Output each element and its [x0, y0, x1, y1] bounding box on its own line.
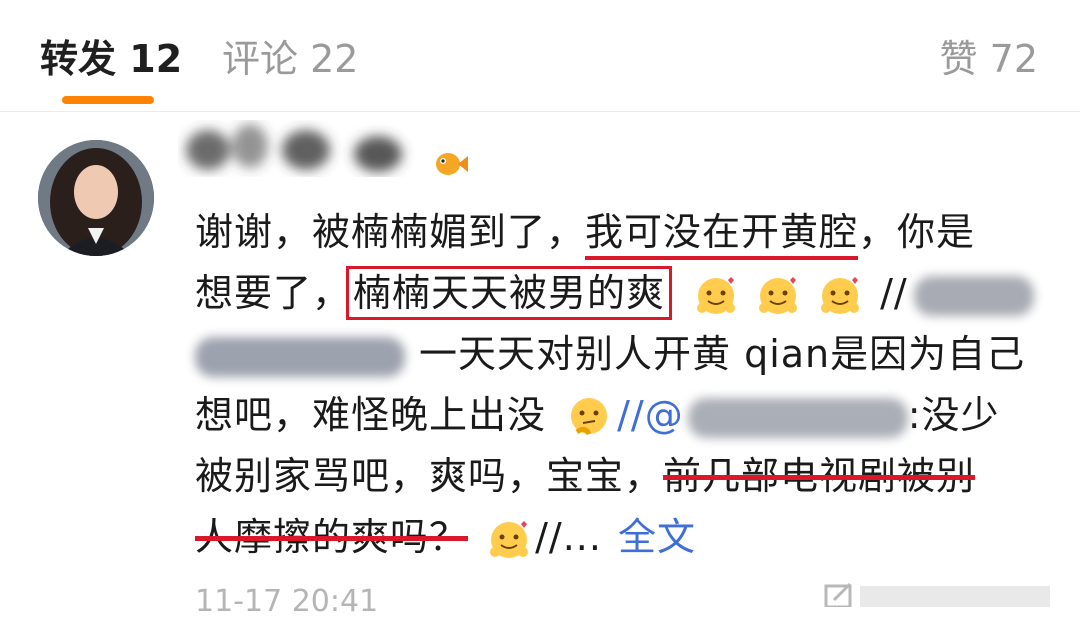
- repost-separator: //...: [535, 515, 602, 559]
- text-segment: 一天天对别人开黄 qian是因为自己: [419, 332, 1026, 376]
- tab-comment-count: 22: [310, 37, 359, 81]
- tab-comment[interactable]: 评论 22: [222, 28, 358, 83]
- tab-divider: [0, 111, 1080, 112]
- tab-comment-label: 评论: [222, 37, 299, 81]
- share-icon[interactable]: [824, 582, 852, 607]
- full-text-link[interactable]: 全文: [618, 515, 696, 559]
- post-timestamp: 11-17 20:41: [195, 584, 379, 619]
- post-line: 谢谢，被楠楠媚到了，我可没在开黄腔，你是: [195, 202, 1045, 263]
- text-segment: ，你是: [858, 210, 976, 254]
- tab-repost-count: 12: [129, 37, 183, 81]
- post-body: 谢谢，被楠楠媚到了，我可没在开黄腔，你是 想要了，楠楠天天被男的爽 // 一天天…: [195, 202, 1045, 568]
- tab-repost[interactable]: 转发 12: [40, 28, 182, 83]
- tab-repost-label: 转发: [40, 37, 117, 81]
- action-bar: [824, 582, 1050, 607]
- text-segment: 被别家骂吧，爽吗，宝宝，: [195, 454, 664, 498]
- post-line: 一天天对别人开黄 qian是因为自己: [195, 324, 1045, 385]
- post-line: 想要了，楠楠天天被男的爽 //: [195, 263, 1045, 324]
- mention-link[interactable]: //@: [617, 393, 684, 437]
- hug-emoji: [697, 276, 736, 314]
- struck-text: 前几部电视剧被别: [663, 454, 976, 498]
- text-segment: 想吧，难怪晚上出没: [195, 393, 547, 437]
- action-bar-blur: [860, 586, 1050, 607]
- tab-bar: 转发 12 评论 22 赞 72: [0, 0, 1080, 112]
- struck-text: 人摩擦的爽吗？: [195, 515, 469, 559]
- text-segment: :没少: [907, 393, 1000, 437]
- tab-like[interactable]: 赞 72: [940, 28, 1038, 83]
- boxed-text: 楠楠天天被男的爽: [346, 266, 673, 320]
- post-line: 人摩擦的爽吗？ //... 全文: [195, 507, 1045, 568]
- tab-like-count: 72: [989, 37, 1038, 81]
- post-line: 想吧，难怪晚上出没 //@ :没少: [195, 385, 1045, 446]
- hug-emoji: [490, 520, 529, 558]
- blurred-mention[interactable]: [913, 275, 1034, 316]
- fish-emoji: [436, 153, 468, 175]
- hug-emoji: [759, 276, 798, 314]
- underlined-text: 我可没在开黄腔: [585, 210, 859, 260]
- text-segment: 谢谢，被楠楠媚到了，: [195, 210, 586, 254]
- hug-emoji: [821, 276, 860, 314]
- text-segment: 想要了，: [195, 271, 352, 315]
- thinking-emoji: [571, 397, 608, 435]
- tab-like-label: 赞: [939, 37, 978, 81]
- blurred-mention[interactable]: [195, 336, 405, 377]
- active-tab-indicator: [62, 96, 154, 104]
- avatar[interactable]: [38, 140, 154, 256]
- post-line: 被别家骂吧，爽吗，宝宝，前几部电视剧被别: [195, 446, 1045, 507]
- username-blurred[interactable]: [178, 120, 438, 182]
- repost-separator: //: [880, 271, 908, 315]
- blurred-mention[interactable]: [687, 397, 908, 438]
